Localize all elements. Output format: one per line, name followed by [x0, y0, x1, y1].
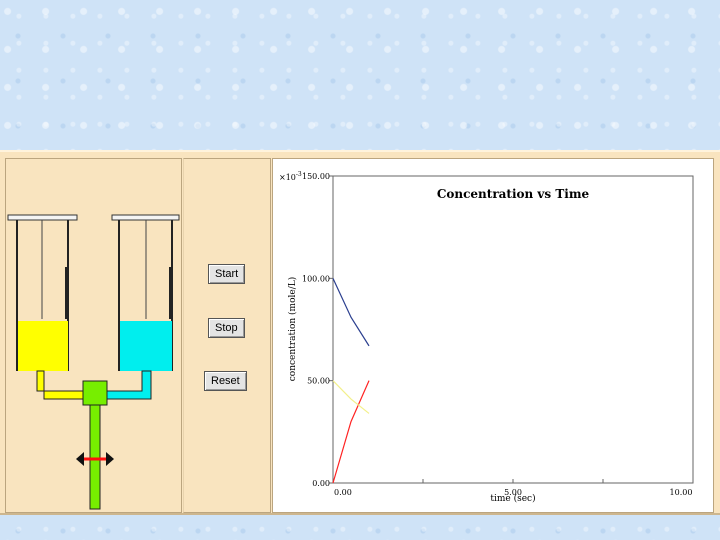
stop-button[interactable]: Stop — [208, 318, 245, 338]
left-reagent-fill — [18, 321, 68, 371]
mixing-chamber — [82, 380, 108, 406]
x-tick-label: 0.00 — [334, 488, 352, 497]
x-tick-label: 10.00 — [670, 488, 693, 497]
reset-button[interactable]: Reset — [204, 371, 247, 391]
start-button[interactable]: Start — [208, 264, 246, 284]
left-plunger-cap[interactable] — [7, 214, 78, 221]
y-tick-label: 50.00 — [307, 377, 330, 386]
apparatus-view — [5, 158, 182, 513]
outlet-pipe — [89, 404, 101, 510]
y-tick-label: 100.00 — [302, 274, 330, 283]
y-tick-label: 150.00 — [302, 172, 330, 181]
plot-frame — [332, 175, 694, 484]
simulation-panel: Start Stop Reset Concentration vs Time ×… — [0, 150, 720, 515]
chart-title: Concentration vs Time — [437, 187, 590, 201]
right-plunger-cap[interactable] — [111, 214, 180, 221]
right-tube — [105, 370, 152, 400]
y-tick-label: 0.00 — [312, 479, 330, 488]
concentration-chart: Concentration vs Time ×10-3 concentratio… — [279, 171, 694, 504]
y-multiplier: ×10-3 — [279, 171, 302, 182]
right-reagent-fill — [120, 321, 172, 371]
y-axis-label: concentration (mole/L) — [287, 277, 298, 381]
left-tube — [36, 370, 84, 400]
control-buttons: Start Stop Reset — [183, 158, 271, 513]
graph-panel: Concentration vs Time ×10-3 concentratio… — [272, 158, 714, 513]
x-tick-label: 5.00 — [504, 488, 522, 497]
syringe-apparatus — [7, 214, 180, 510]
